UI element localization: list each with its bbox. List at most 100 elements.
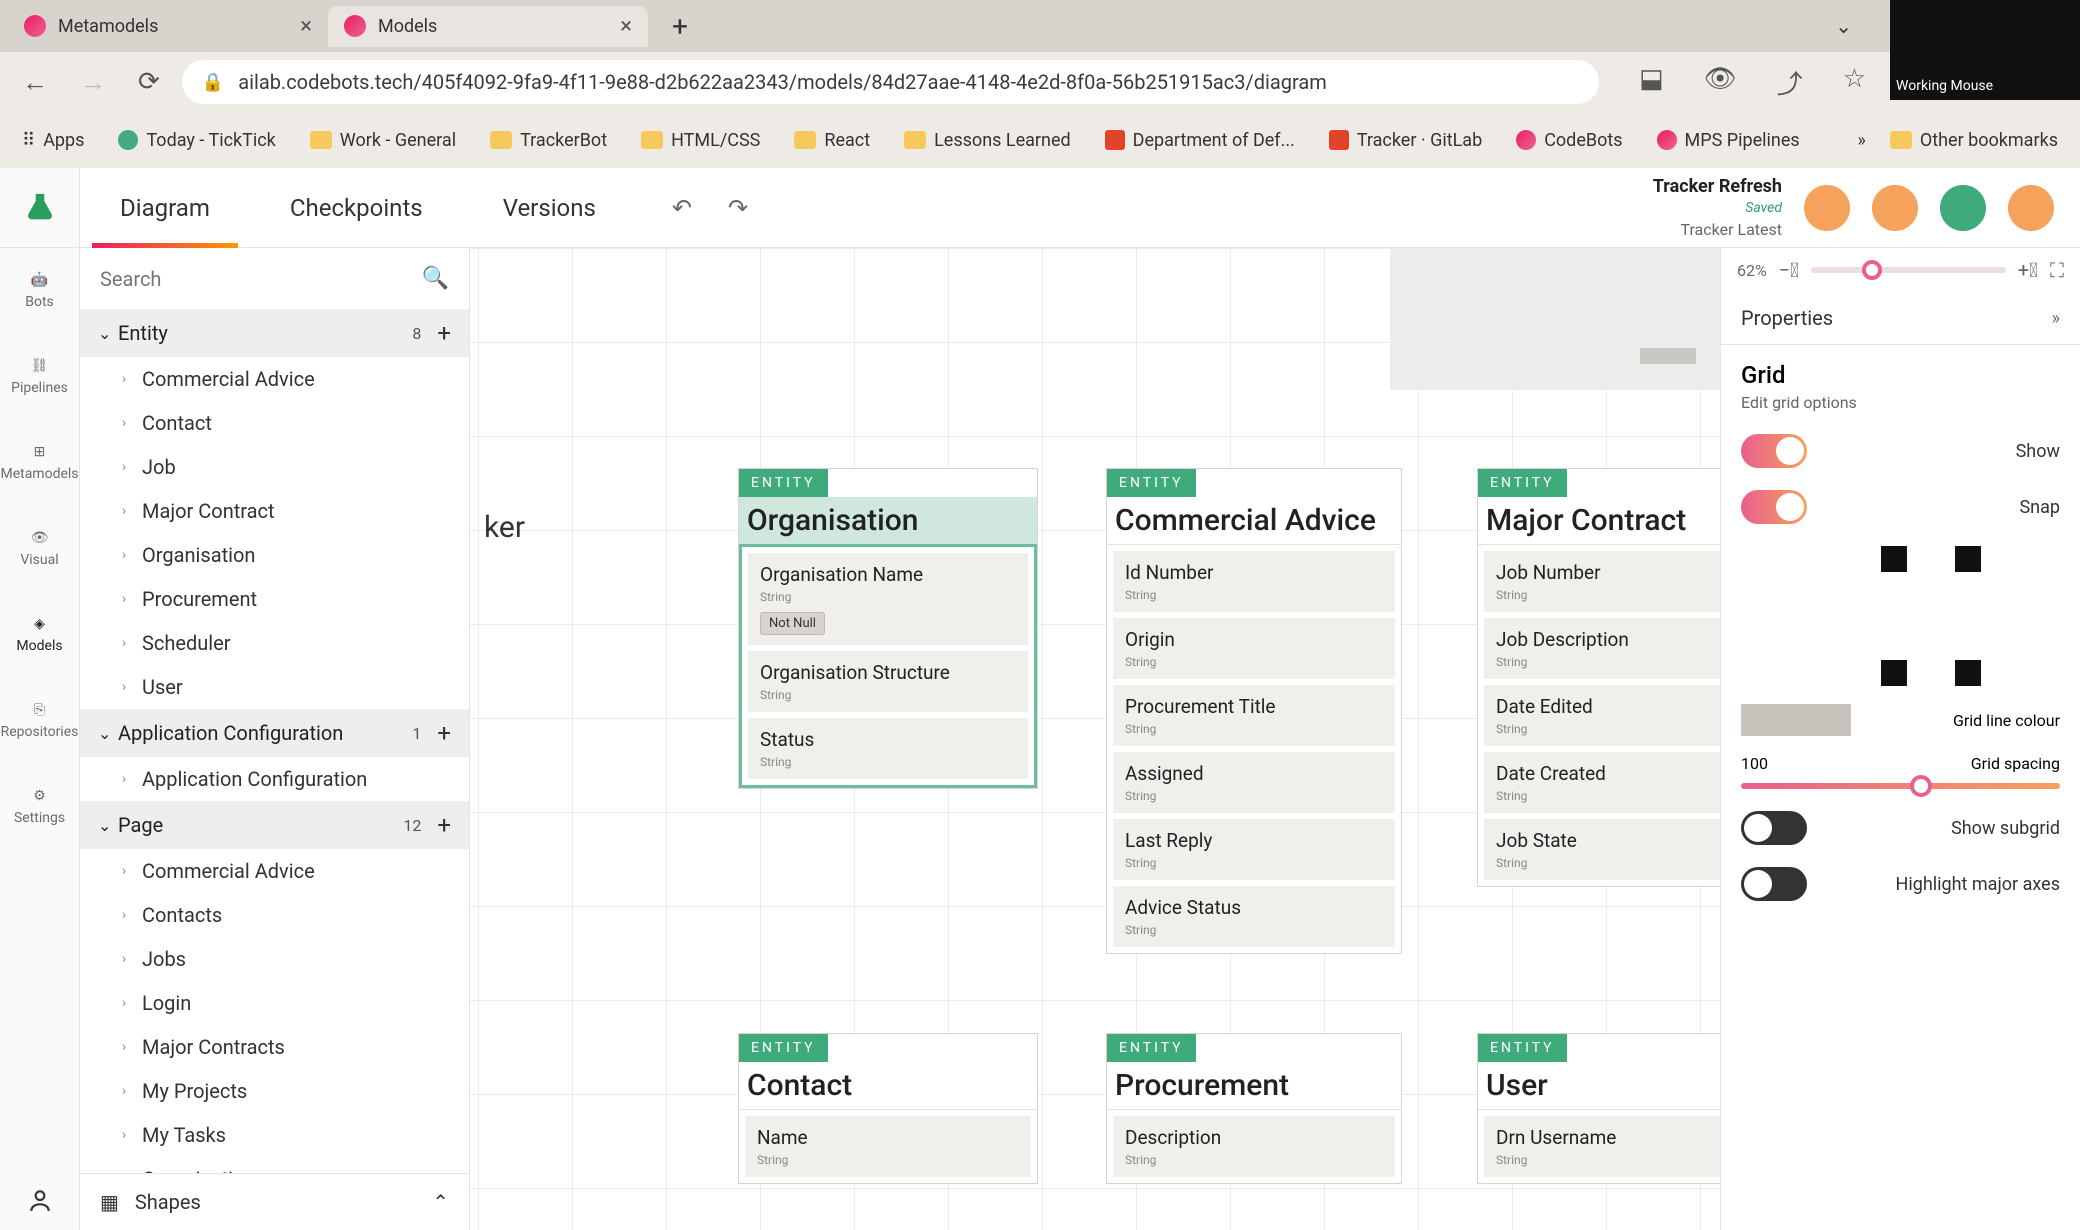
undo-button[interactable]: ↶ <box>672 194 692 222</box>
header-tab-checkpoints[interactable]: Checkpoints <box>250 168 463 247</box>
avatar[interactable] <box>1870 183 1920 233</box>
entity-field[interactable]: DescriptionString <box>1113 1116 1395 1177</box>
entity-field[interactable]: Last ReplyString <box>1113 819 1395 880</box>
grid-spacing-slider[interactable] <box>1741 783 2060 789</box>
install-app-icon[interactable]: ⬓ <box>1629 58 1674 107</box>
bookmark-folder[interactable]: React <box>784 124 880 157</box>
tree-item[interactable]: ›Contact <box>80 401 469 445</box>
snap-toggle[interactable] <box>1741 490 1807 524</box>
entity-title[interactable]: Organisation <box>739 497 1037 544</box>
tree-item[interactable]: ›Scheduler <box>80 621 469 665</box>
close-icon[interactable]: × <box>620 14 632 39</box>
tree-item[interactable]: ›Job <box>80 445 469 489</box>
grid-corner-picker[interactable] <box>1821 546 1981 686</box>
search-input[interactable] <box>100 267 422 291</box>
reload-button[interactable]: ⟳ <box>128 61 170 103</box>
avatar[interactable] <box>1802 183 1852 233</box>
properties-header[interactable]: Properties » <box>1721 292 2080 345</box>
entity-field[interactable]: StatusString <box>748 718 1028 779</box>
entity-field[interactable]: Job DescriptionString <box>1484 618 1738 679</box>
back-button[interactable]: ← <box>12 61 58 104</box>
tree-group-header[interactable]: ⌄Page12+ <box>80 801 469 849</box>
app-logo[interactable] <box>0 168 80 248</box>
corner-handle[interactable] <box>1881 546 1907 572</box>
entity-field[interactable]: Procurement TitleString <box>1113 685 1395 746</box>
user-menu[interactable] <box>0 1170 80 1230</box>
browser-tab[interactable]: Models × <box>328 6 648 47</box>
show-grid-toggle[interactable] <box>1741 434 1807 468</box>
video-call-thumbnail[interactable]: Working Mouse <box>1890 0 2080 100</box>
browser-tab[interactable]: Metamodels × <box>8 6 328 47</box>
entity-title[interactable]: Major Contract <box>1478 497 1744 544</box>
header-tab-diagram[interactable]: Diagram <box>80 168 250 247</box>
minimap-viewport[interactable] <box>1640 348 1696 364</box>
tree-group-header[interactable]: ⌄Application Configuration1+ <box>80 709 469 757</box>
add-button[interactable]: + <box>437 719 451 747</box>
corner-handle[interactable] <box>1881 660 1907 686</box>
rail-item-visual[interactable]: 👁Visual <box>0 506 80 592</box>
project-info[interactable]: Tracker Refresh Saved Tracker Latest <box>1653 168 1782 247</box>
entity-title[interactable]: Procurement <box>1107 1062 1401 1109</box>
zoom-in-button[interactable]: +⃝ <box>2018 258 2038 282</box>
bookmark-folder[interactable]: Lessons Learned <box>894 124 1081 157</box>
entity-card[interactable]: ENTITYUserDrn UsernameString <box>1477 1033 1745 1184</box>
entity-title[interactable]: Commercial Advice <box>1107 497 1401 544</box>
slider-thumb[interactable] <box>1862 260 1882 280</box>
add-button[interactable]: + <box>437 811 451 839</box>
entity-title[interactable]: Contact <box>739 1062 1037 1109</box>
shapes-panel-toggle[interactable]: ▦ Shapes ⌃ <box>80 1173 469 1230</box>
entity-card[interactable]: ENTITYContactNameString <box>738 1033 1038 1184</box>
tree-item[interactable]: ›Commercial Advice <box>80 849 469 893</box>
rail-item-bots[interactable]: 🤖Bots <box>0 248 80 334</box>
avatar[interactable] <box>1938 183 1988 233</box>
bookmark-link[interactable]: Department of Def... <box>1095 124 1305 157</box>
bookmark-link[interactable]: Today - TickTick <box>108 124 285 157</box>
entity-field[interactable]: Organisation NameStringNot Null <box>748 553 1028 645</box>
rail-item-models[interactable]: ◈Models <box>0 592 80 678</box>
tree-group-header[interactable]: ⌄Entity8+ <box>80 309 469 357</box>
bookmark-folder[interactable]: TrackerBot <box>480 124 617 157</box>
rail-item-repositories[interactable]: ⎘Repositories <box>0 678 80 764</box>
tree-item[interactable]: ›Jobs <box>80 937 469 981</box>
entity-field[interactable]: NameString <box>745 1116 1031 1177</box>
minimap[interactable] <box>1390 248 1730 390</box>
search-icon[interactable]: 🔍 <box>422 266 449 291</box>
grid-colour-swatch[interactable] <box>1741 704 1851 736</box>
tree-item[interactable]: ›My Tasks <box>80 1113 469 1157</box>
tree-item[interactable]: ›Application Configuration <box>80 757 469 801</box>
avatar[interactable] <box>2006 183 2056 233</box>
other-bookmarks[interactable]: Other bookmarks <box>1880 124 2068 157</box>
corner-handle[interactable] <box>1955 660 1981 686</box>
forward-button[interactable]: → <box>70 61 116 104</box>
highlight-axes-toggle[interactable] <box>1741 867 1807 901</box>
slider-thumb[interactable] <box>1910 775 1932 797</box>
entity-card[interactable]: ENTITYCommercial AdviceId NumberStringOr… <box>1106 468 1402 954</box>
redo-button[interactable]: ↷ <box>728 194 748 222</box>
fullscreen-button[interactable]: ⛶ <box>2050 258 2064 282</box>
entity-field[interactable]: Job StateString <box>1484 819 1738 880</box>
entity-field[interactable]: Date EditedString <box>1484 685 1738 746</box>
entity-field[interactable]: AssignedString <box>1113 752 1395 813</box>
collapse-icon[interactable]: » <box>2052 308 2060 329</box>
eye-off-icon[interactable]: 👁 <box>1694 58 1747 107</box>
zoom-slider[interactable] <box>1811 267 2006 273</box>
bookmark-link[interactable]: CodeBots <box>1506 124 1632 157</box>
tree-item[interactable]: ›My Projects <box>80 1069 469 1113</box>
tree-item[interactable]: ›Organisation <box>80 533 469 577</box>
tree-item[interactable]: ›Procurement <box>80 577 469 621</box>
entity-field[interactable]: Date CreatedString <box>1484 752 1738 813</box>
bookmarks-overflow[interactable]: » <box>1857 130 1865 151</box>
entity-card[interactable]: ENTITYOrganisationOrganisation NameStrin… <box>738 468 1038 789</box>
corner-handle[interactable] <box>1955 546 1981 572</box>
tabs-dropdown-icon[interactable]: ⌄ <box>1835 14 1852 38</box>
tree-item[interactable]: ›User <box>80 665 469 709</box>
share-icon[interactable]: ⤴ <box>1767 58 1813 107</box>
entity-field[interactable]: OriginString <box>1113 618 1395 679</box>
tree-item[interactable]: ›Organisations <box>80 1157 469 1173</box>
entity-field[interactable]: Id NumberString <box>1113 551 1395 612</box>
add-button[interactable]: + <box>437 319 451 347</box>
bookmark-link[interactable]: Tracker · GitLab <box>1319 124 1492 157</box>
close-icon[interactable]: × <box>300 14 312 39</box>
tree-item[interactable]: ›Major Contract <box>80 489 469 533</box>
rail-item-pipelines[interactable]: ⛓Pipelines <box>0 334 80 420</box>
